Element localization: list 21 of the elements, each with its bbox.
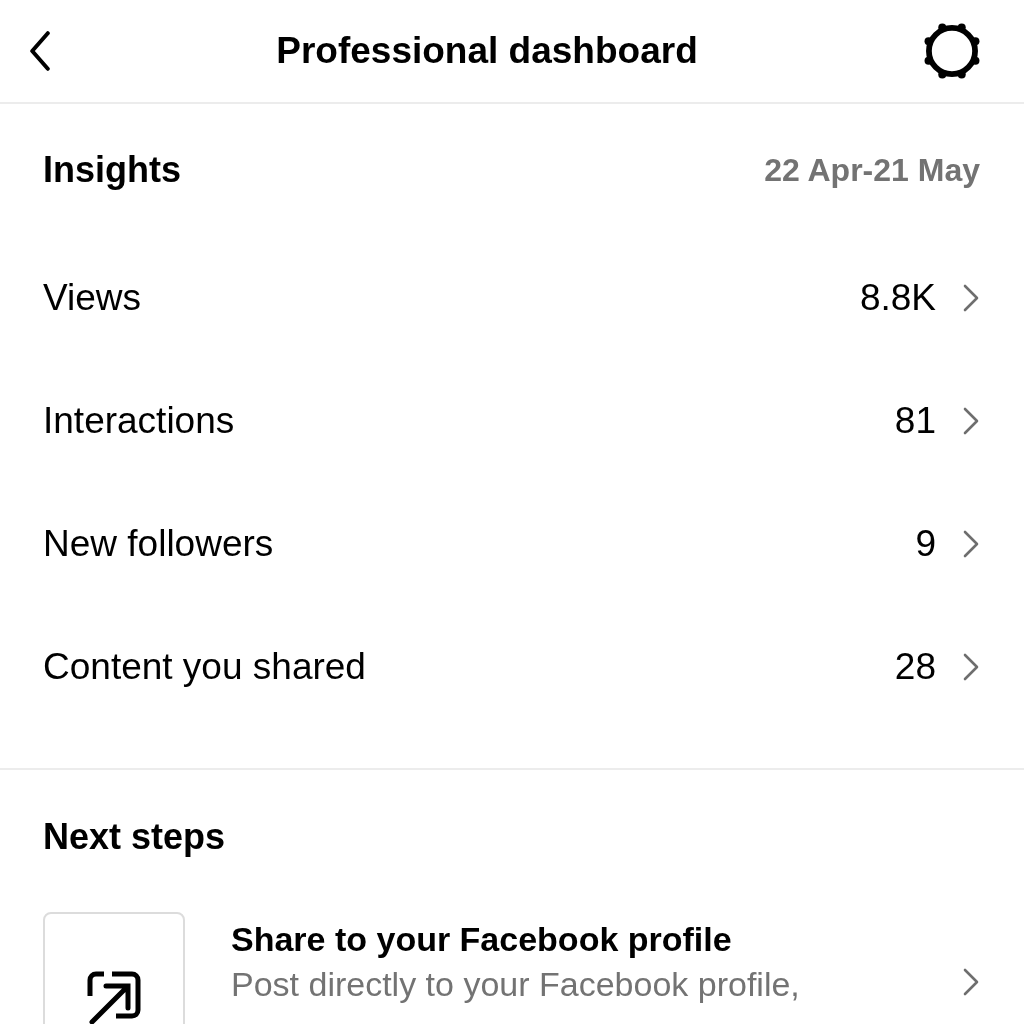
metric-label: Content you shared: [43, 645, 366, 688]
chevron-icon[interactable]: [962, 968, 980, 996]
metric-label: Interactions: [43, 399, 235, 442]
back-icon[interactable]: [28, 31, 52, 71]
chevron-icon[interactable]: [962, 406, 980, 435]
date-range[interactable]: 22 Apr-21 May: [764, 151, 980, 189]
metric-label: New followers: [43, 522, 274, 565]
chevron-icon[interactable]: [962, 283, 980, 312]
metric-value: 28: [894, 645, 936, 688]
section-title: Next steps: [43, 816, 227, 858]
settings-icon[interactable]: [922, 21, 982, 81]
page-title: Professional dashboard: [276, 30, 698, 72]
chevron-icon[interactable]: [962, 529, 980, 558]
step-title: Share to your Facebook profile: [231, 920, 733, 959]
step-description: Post directly to your Facebook profile,: [231, 965, 801, 1004]
section-title: Insights: [43, 149, 181, 191]
metric-label: Views: [43, 276, 142, 319]
chevron-icon[interactable]: [962, 652, 980, 681]
metric-value: 8.8K: [859, 276, 936, 319]
metric-value: 9: [915, 522, 936, 565]
metric-value: 81: [894, 399, 936, 442]
